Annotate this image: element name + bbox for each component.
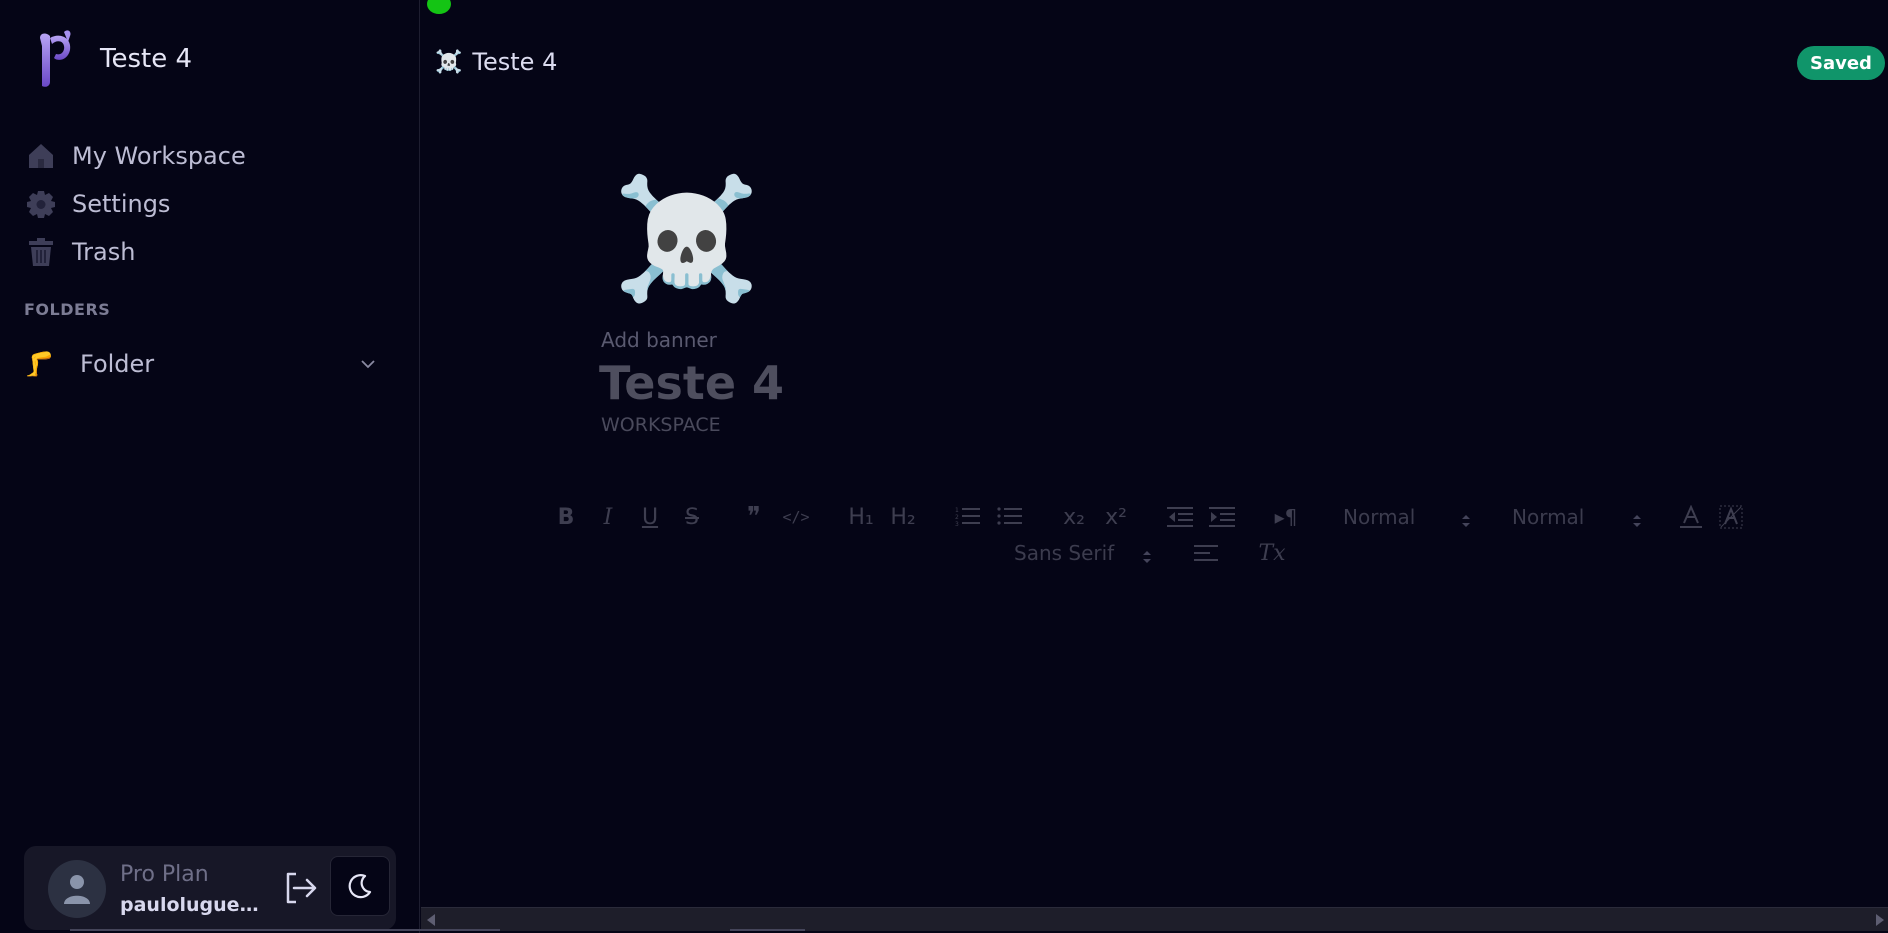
clean-format-button[interactable]: Tx [1257, 536, 1287, 570]
ordered-list-icon: 123 [955, 507, 980, 528]
avatar[interactable] [48, 860, 106, 918]
sidebar-nav: My Workspace Settings Trash [24, 132, 404, 276]
svg-text:2: 2 [955, 514, 959, 521]
underline-button[interactable]: U [635, 500, 665, 534]
folder-emoji-icon[interactable]: 🦵 [24, 350, 56, 378]
brand[interactable]: Teste 4 [34, 28, 192, 90]
page-subtitle: WORKSPACE [601, 414, 721, 436]
select-caret-icon [1461, 510, 1471, 534]
ordered-list-button[interactable]: 123 [953, 500, 983, 534]
background-color-icon [1719, 505, 1743, 529]
indent-icon [1209, 507, 1235, 527]
sidebar-item-trash[interactable]: Trash [24, 228, 404, 276]
sidebar-item-label: Trash [72, 238, 136, 266]
connection-status-dot [427, 0, 451, 14]
sidebar: Teste 4 My Workspace Settings Trash FOLD… [0, 0, 420, 933]
header-select-value: Normal [1512, 505, 1585, 529]
size-select[interactable]: Normal [1343, 500, 1473, 534]
horizontal-scrollbar[interactable] [421, 907, 1888, 931]
moon-icon [348, 874, 372, 899]
font-select[interactable]: Sans Serif [1014, 536, 1154, 570]
sidebar-item-settings[interactable]: Settings [24, 180, 404, 228]
theme-toggle-button[interactable] [330, 856, 390, 916]
h1-button[interactable]: H₁ [843, 500, 879, 534]
select-caret-icon [1632, 510, 1642, 534]
chevron-down-icon[interactable] [358, 354, 378, 374]
align-left-icon [1194, 545, 1218, 561]
editor-main: ☠️ Teste 4 Saved ☠️ Add banner Teste 4 W… [421, 0, 1888, 933]
folder-label: Folder [80, 350, 155, 378]
page-title: Teste 4 [599, 356, 785, 410]
sidebar-item-my-workspace[interactable]: My Workspace [24, 132, 404, 180]
folder-item[interactable]: 🦵 Folder [24, 344, 388, 384]
skull-icon: ☠️ [435, 49, 463, 75]
add-banner-button[interactable]: Add banner [601, 328, 717, 352]
trash-icon [24, 235, 58, 269]
page-scroll-indicator [70, 929, 500, 931]
plan-label: Pro Plan [120, 862, 209, 887]
clean-format-icon: Tx [1258, 540, 1286, 566]
font-select-value: Sans Serif [1014, 541, 1115, 565]
size-select-value: Normal [1343, 505, 1416, 529]
outdent-button[interactable] [1165, 500, 1195, 534]
home-icon [24, 139, 58, 173]
sidebar-item-label: My Workspace [72, 142, 246, 170]
h2-button[interactable]: H₂ [885, 500, 921, 534]
logout-icon[interactable] [280, 868, 320, 908]
cypress-logo-icon [40, 30, 71, 87]
scroll-right-icon[interactable] [1876, 914, 1884, 926]
bullet-list-button[interactable] [995, 500, 1025, 534]
text-direction-button[interactable]: ▸¶ [1271, 500, 1301, 534]
breadcrumb-title: Teste 4 [472, 48, 558, 76]
breadcrumb[interactable]: ☠️ Teste 4 [435, 48, 557, 76]
status-badge: Saved [1797, 46, 1885, 80]
text-color-icon [1680, 505, 1702, 528]
indent-button[interactable] [1207, 500, 1237, 534]
editor-toolbar: B I U S ❞ </> H₁ H₂ 123 x₂ x² ▸¶ Normal … [421, 500, 1888, 580]
align-button[interactable] [1191, 536, 1221, 570]
svg-text:3: 3 [955, 521, 959, 528]
code-block-button[interactable]: </> [779, 500, 813, 534]
italic-button[interactable]: I [593, 500, 623, 534]
workspace-title: Teste 4 [100, 44, 193, 74]
outdent-icon [1167, 507, 1193, 527]
subscript-button[interactable]: x₂ [1057, 500, 1091, 534]
folders-heading: FOLDERS [24, 300, 111, 319]
user-card: Pro Plan pauloluguenda... [24, 846, 396, 930]
header-select[interactable]: Normal [1512, 500, 1642, 534]
background-color-button[interactable] [1716, 500, 1746, 534]
select-caret-icon [1142, 546, 1152, 570]
strike-button[interactable]: S [677, 500, 707, 534]
user-icon [64, 875, 90, 904]
gear-icon [24, 187, 58, 221]
superscript-button[interactable]: x² [1099, 500, 1133, 534]
document-icon[interactable]: ☠️ [613, 168, 760, 308]
text-color-button[interactable] [1676, 500, 1706, 534]
scroll-left-icon[interactable] [427, 914, 435, 926]
blockquote-button[interactable]: ❞ [739, 500, 769, 534]
username: pauloluguenda... [120, 894, 260, 916]
page-scroll-indicator [730, 929, 805, 931]
svg-text:1: 1 [955, 507, 959, 514]
bold-button[interactable]: B [551, 500, 581, 534]
bullet-list-icon [997, 507, 1022, 525]
sidebar-item-label: Settings [72, 190, 171, 218]
